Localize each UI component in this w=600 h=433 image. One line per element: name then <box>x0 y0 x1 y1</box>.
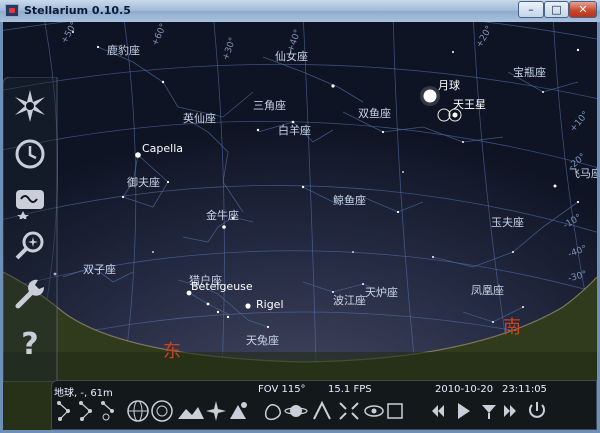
date-status: 2010-10-20 <box>435 384 494 395</box>
rewind-icon <box>432 405 444 417</box>
sky-view[interactable]: +50° +40° +20° +10° -20° -10° -40° +30° … <box>3 22 597 430</box>
svg-text:?: ? <box>21 327 38 361</box>
app-icon <box>5 4 19 17</box>
time-status: 23:11:05 <box>502 384 547 395</box>
constellation-label[interactable]: 宝瓶座 <box>513 64 546 80</box>
constellation-lines-icon <box>57 401 70 421</box>
constellation-label[interactable]: 天炉座 <box>365 284 398 300</box>
toolbar-buttons <box>57 400 545 422</box>
quit-icon <box>529 402 545 418</box>
fullscreen-icon <box>387 403 403 419</box>
constellation-label[interactable]: 凤凰座 <box>471 282 504 298</box>
planet-label[interactable]: 月球 <box>438 77 460 93</box>
constellation-label[interactable]: 白羊座 <box>278 122 311 138</box>
constellation-label[interactable]: 仙女座 <box>275 48 308 64</box>
left-toolbar: ? <box>3 77 59 382</box>
atmosphere-icon <box>230 402 247 419</box>
center-object-icon <box>339 402 359 420</box>
search-icon[interactable] <box>11 227 49 265</box>
azimuthal-grid-icon <box>151 400 173 422</box>
close-button[interactable]: ✕ <box>569 1 597 18</box>
cardinal-east: 东 <box>163 341 181 362</box>
constellation-label[interactable]: 双鱼座 <box>358 105 391 121</box>
starburst-icon[interactable] <box>11 87 49 125</box>
equatorial-grid-icon <box>127 400 149 422</box>
help-icon[interactable]: ? <box>11 323 49 361</box>
ground-icon <box>178 407 204 419</box>
constellation-label[interactable]: 御夫座 <box>127 174 160 190</box>
constellation-label[interactable]: 鲸鱼座 <box>333 192 366 208</box>
planet-hints-icon <box>284 405 308 417</box>
star-label[interactable]: Capella <box>142 142 183 155</box>
bottom-toolbar: 地球, -, 61m FOV 115° 15.1 FPS 2010-10-20 … <box>51 380 597 430</box>
play-icon <box>458 403 470 419</box>
wrench-icon[interactable] <box>11 275 49 313</box>
constellation-label[interactable]: 金牛座 <box>206 207 239 223</box>
constellation-label[interactable]: 鹿豹座 <box>107 42 140 58</box>
constellation-label[interactable]: 双子座 <box>83 261 116 277</box>
constellation-label[interactable]: 飞马座 <box>569 165 597 181</box>
window-icon[interactable] <box>11 181 49 219</box>
constellation-label[interactable]: 天兔座 <box>246 332 279 348</box>
nebula-icon <box>264 404 281 421</box>
maximize-button[interactable]: □ <box>544 1 569 18</box>
cardinal-south: 南 <box>503 317 521 338</box>
fast-forward-icon <box>504 405 516 417</box>
constellation-label[interactable]: 三角座 <box>253 97 286 113</box>
window-title: Stellarium 0.10.5 <box>24 4 131 17</box>
constellation-label[interactable]: 英仙座 <box>183 110 216 126</box>
fov-status: FOV 115° <box>258 384 306 395</box>
equatorial-mount-icon <box>313 400 331 420</box>
star-label[interactable]: Betelgeuse <box>191 280 253 293</box>
constellation-art-icon <box>101 401 114 421</box>
minimize-button[interactable]: – <box>518 1 544 18</box>
star-label[interactable]: Rigel <box>256 298 284 311</box>
night-mode-icon <box>364 405 384 417</box>
constellation-label[interactable]: 玉夫座 <box>491 214 524 230</box>
planet-label[interactable]: 天王星 <box>453 96 486 112</box>
set-time-now-icon <box>482 405 496 419</box>
clock-icon[interactable] <box>11 135 49 173</box>
cardinal-points-icon <box>206 401 226 421</box>
constellation-label[interactable]: 波江座 <box>333 292 366 308</box>
title-bar[interactable]: Stellarium 0.10.5 – □ ✕ <box>0 0 600 22</box>
fps-status: 15.1 FPS <box>328 384 372 395</box>
app-window: Stellarium 0.10.5 – □ ✕ +50° +40° +20° +… <box>0 0 600 433</box>
constellation-labels-icon <box>79 401 92 421</box>
